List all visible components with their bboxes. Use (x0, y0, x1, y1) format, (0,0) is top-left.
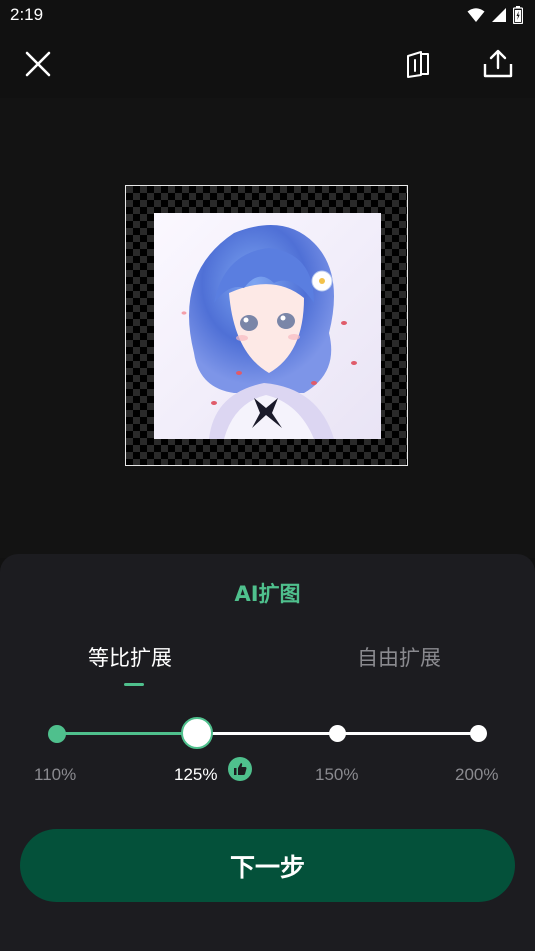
signal-icon (492, 8, 506, 22)
status-bar: 2:19 (0, 0, 535, 32)
thumbs-up-icon (228, 757, 252, 781)
scale-label-150[interactable]: 150% (315, 765, 358, 785)
compare-button[interactable] (400, 46, 436, 82)
tab-free-expand[interactable]: 自由扩展 (357, 642, 441, 672)
tab-underline (124, 683, 144, 686)
preview-image (154, 213, 381, 439)
slider-track-filled (57, 732, 197, 735)
status-icons (467, 6, 523, 24)
next-step-button[interactable]: 下一步 (20, 829, 515, 902)
slider-stop-150[interactable] (329, 725, 346, 742)
status-time: 2:19 (10, 5, 44, 24)
canvas-area (0, 98, 535, 558)
slider-stop-110[interactable] (48, 725, 66, 743)
tab-proportional-expand[interactable]: 等比扩展 (88, 642, 172, 672)
scale-label-110[interactable]: 110% (34, 765, 76, 785)
scale-label-125[interactable]: 125% (174, 765, 217, 785)
scale-label-200[interactable]: 200% (455, 765, 498, 785)
battery-icon (513, 6, 523, 24)
slider-stop-200[interactable] (470, 725, 487, 742)
expand-panel: AI扩图 等比扩展 自由扩展 110% 125% 150% 200% 下一步 (0, 554, 535, 951)
panel-title: AI扩图 (234, 582, 301, 606)
wifi-icon (467, 8, 485, 22)
close-icon (25, 51, 51, 77)
expansion-frame[interactable] (125, 185, 408, 466)
share-button[interactable] (480, 46, 516, 82)
close-button[interactable] (20, 46, 56, 82)
compare-icon (407, 51, 429, 78)
share-icon (483, 49, 513, 78)
top-toolbar (0, 32, 535, 98)
slider-thumb-125[interactable] (181, 717, 213, 749)
